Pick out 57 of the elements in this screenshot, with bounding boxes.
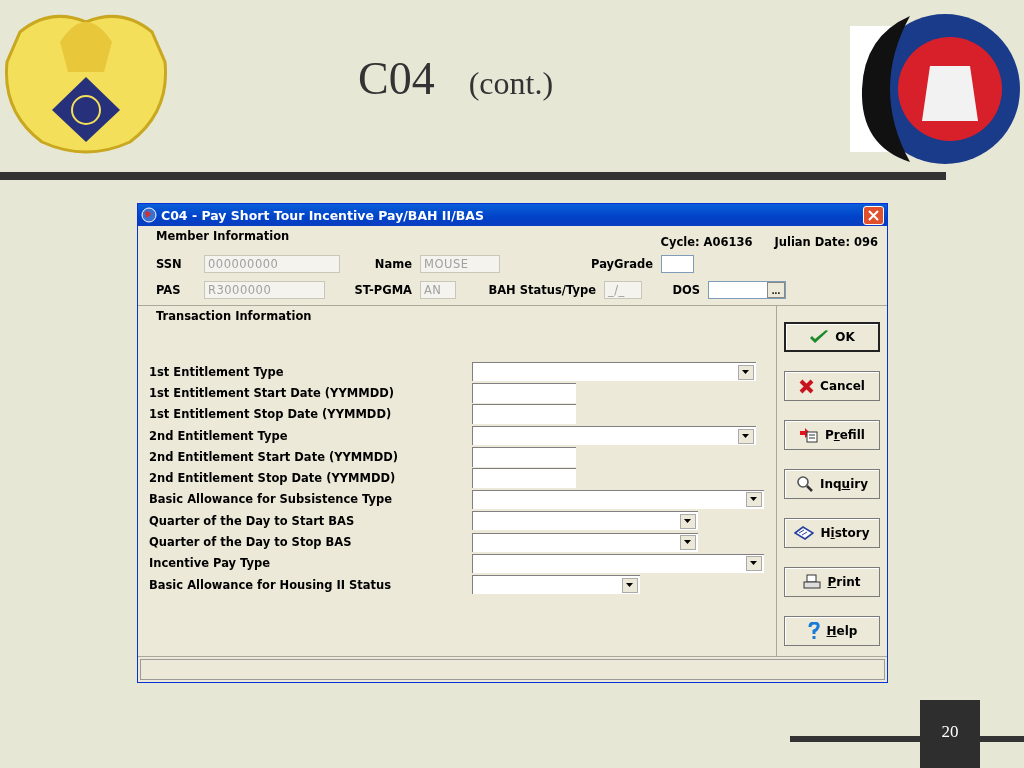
- action-button[interactable]: OK: [784, 322, 880, 352]
- field-label: ST-PGMA: [353, 283, 413, 297]
- field-label: PAS: [156, 283, 182, 297]
- field-label: PayGrade: [590, 257, 654, 271]
- field-label: Name: [373, 257, 413, 271]
- close-icon: [868, 209, 879, 221]
- field-label: BAH Status/Type: [487, 283, 597, 297]
- dropdown-field[interactable]: [472, 511, 698, 531]
- window-title: C04 - Pay Short Tour Incentive Pay/BAH II/BAS: [161, 207, 485, 223]
- dropdown-field[interactable]: [472, 532, 698, 552]
- field-label: 1st Entitlement Type: [149, 364, 285, 379]
- cross-icon: [799, 378, 815, 394]
- field-label: SSN: [156, 257, 183, 271]
- date-field[interactable]: ...: [708, 281, 786, 299]
- field-label: 2nd Entitlement Stop Date (YYMMDD): [149, 471, 397, 486]
- dropdown-field[interactable]: [472, 489, 764, 509]
- field-label: 2nd Entitlement Type: [149, 428, 289, 443]
- action-button[interactable]: Inquiry: [784, 469, 880, 499]
- search-icon: [796, 475, 814, 493]
- check-icon: [809, 329, 830, 345]
- julian-date-label: Julian Date: 096: [774, 235, 878, 249]
- field-label: DOS: [671, 283, 701, 297]
- field-label: Quarter of the Day to Stop BAS: [149, 535, 353, 549]
- field-label: Quarter of the Day to Start BAS: [149, 513, 356, 528]
- action-button[interactable]: Help: [784, 616, 880, 646]
- field-label: 2nd Entitlement Start Date (YYMMDD): [149, 449, 400, 464]
- input-field[interactable]: [472, 404, 576, 425]
- page-number: 20: [920, 700, 980, 768]
- action-button[interactable]: Cancel: [784, 371, 880, 401]
- action-button[interactable]: History: [784, 518, 880, 548]
- field-label: Basic Allowance for Housing II Status: [149, 577, 393, 592]
- section-heading: Member Information: [156, 229, 291, 243]
- field-label: Incentive Pay Type: [149, 556, 272, 571]
- action-button[interactable]: Print: [784, 567, 880, 597]
- field-label: Basic Allowance for Subsistence Type: [149, 492, 394, 507]
- dropdown-field[interactable]: [472, 575, 640, 595]
- dropdown-field[interactable]: [472, 426, 756, 446]
- action-button[interactable]: Prefill: [784, 420, 880, 450]
- field-label: 1st Entitlement Stop Date (YYMMDD): [149, 407, 393, 422]
- input-field[interactable]: [472, 382, 576, 403]
- input-field[interactable]: [472, 446, 576, 467]
- input-field[interactable]: [472, 468, 576, 489]
- field-label: 1st Entitlement Start Date (YYMMDD): [149, 385, 395, 400]
- browse-button[interactable]: ...: [767, 282, 785, 298]
- slide-title: C04: [358, 52, 435, 105]
- help-icon: [806, 622, 821, 640]
- slide-subtitle: (cont.): [468, 65, 554, 102]
- book-icon: [794, 526, 815, 540]
- section-heading: Transaction Information: [156, 309, 313, 325]
- document-arrow-icon: [799, 427, 819, 443]
- printer-icon: [803, 574, 822, 590]
- close-button[interactable]: [863, 205, 884, 225]
- cycle-label: Cycle: A06136: [660, 235, 753, 249]
- dropdown-field[interactable]: [472, 553, 764, 573]
- dropdown-field[interactable]: [472, 362, 756, 382]
- input-field[interactable]: [661, 255, 694, 273]
- globe-icon: [141, 207, 157, 223]
